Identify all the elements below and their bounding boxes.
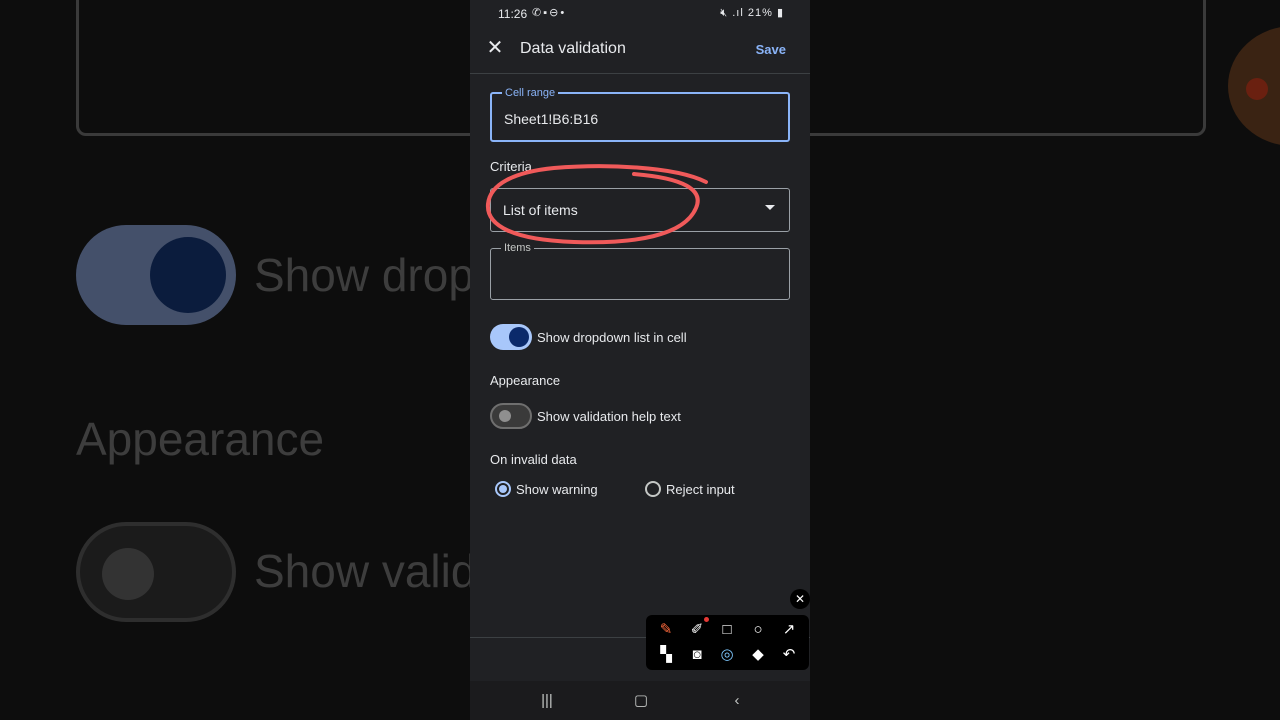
arrow-icon[interactable]: ↗ [778,619,800,641]
recent-apps-icon[interactable]: ||| [536,691,558,711]
phone-screen: 11:26 ✆▪⊖• 🔇︎ .ıl 21% ▮ ✕ Data validatio… [470,0,810,720]
color-picker-icon[interactable]: ◎ [716,644,738,666]
status-bar: 11:26 ✆▪⊖• 🔇︎ .ıl 21% ▮ [470,0,810,28]
undo-icon[interactable]: ↶ [778,644,800,666]
notification-icons: ✆▪⊖• [532,6,566,19]
criteria-selected: List of items [503,202,578,218]
mute-icon: 🔇︎ [720,7,729,19]
items-label: Items [501,242,534,254]
highlighter-icon[interactable]: ✐ [686,617,709,641]
items-field[interactable]: Items [490,242,790,300]
battery-icon: ▮ [776,7,784,19]
draw-toolbar-close-icon[interactable]: ✕ [790,589,810,609]
background-orange-blob [1228,26,1280,146]
rectangle-icon[interactable]: □ [716,619,738,641]
camera-icon[interactable]: ◙ [686,644,708,666]
background-text-validation: Show valid [254,545,470,597]
more-dot-icon: • [560,7,567,19]
circle-icon[interactable]: ○ [747,619,769,641]
show-warning-label: Show warning [516,482,598,497]
invalid-data-label: On invalid data [490,452,577,467]
criteria-label: Criteria [490,159,532,174]
whatsapp-icon: ✆ [532,7,544,19]
close-icon[interactable]: ✕ [484,37,506,59]
background-text-dropdown: Show drop [254,249,470,301]
background-toggle-on [76,225,236,325]
navigation-bar: ||| ▢ ‹ [470,681,810,720]
show-warning-radio[interactable] [495,481,511,497]
help-text-label: Show validation help text [537,409,681,424]
screen: Show drop Appearance Show valid 11:26 ✆▪… [0,0,1280,720]
reject-input-label: Reject input [666,482,735,497]
show-dropdown-label: Show dropdown list in cell [537,330,687,345]
appearance-label: Appearance [490,373,561,388]
chevron-down-icon [765,205,775,210]
reject-input-radio[interactable] [645,481,661,497]
cell-range-label: Cell range [502,87,559,99]
mosaic-icon[interactable]: ▚ [655,644,677,666]
home-icon[interactable]: ▢ [630,691,652,711]
criteria-dropdown[interactable]: List of items [490,188,790,232]
background-text-appearance: Appearance [76,413,325,465]
system-icons: 🔇︎ .ıl 21% ▮ [720,6,784,20]
page-title: Data validation [520,40,626,57]
dnd-icon: ⊖ [549,7,561,19]
status-time: 11:26 [498,7,528,21]
back-icon[interactable]: ‹ [726,691,748,711]
eraser-icon[interactable]: ◆ [747,644,769,666]
help-text-toggle[interactable] [490,403,532,429]
battery-level: 21% [747,7,773,19]
pen-icon[interactable]: ✎ [655,619,677,641]
show-dropdown-toggle[interactable] [490,324,532,350]
signal-icon: .ıl [732,7,744,19]
cell-range-value: Sheet1!B6:B16 [504,111,599,127]
background-toggle-off [76,522,236,622]
cell-range-field[interactable]: Cell range Sheet1!B6:B16 [490,87,790,142]
save-button[interactable]: Save [756,42,786,57]
app-bar: ✕ Data validation Save [470,28,810,74]
drawing-toolbar: ✎ ✐ □ ○ ↗ ▚ ◙ ◎ ◆ ↶ [646,615,809,670]
